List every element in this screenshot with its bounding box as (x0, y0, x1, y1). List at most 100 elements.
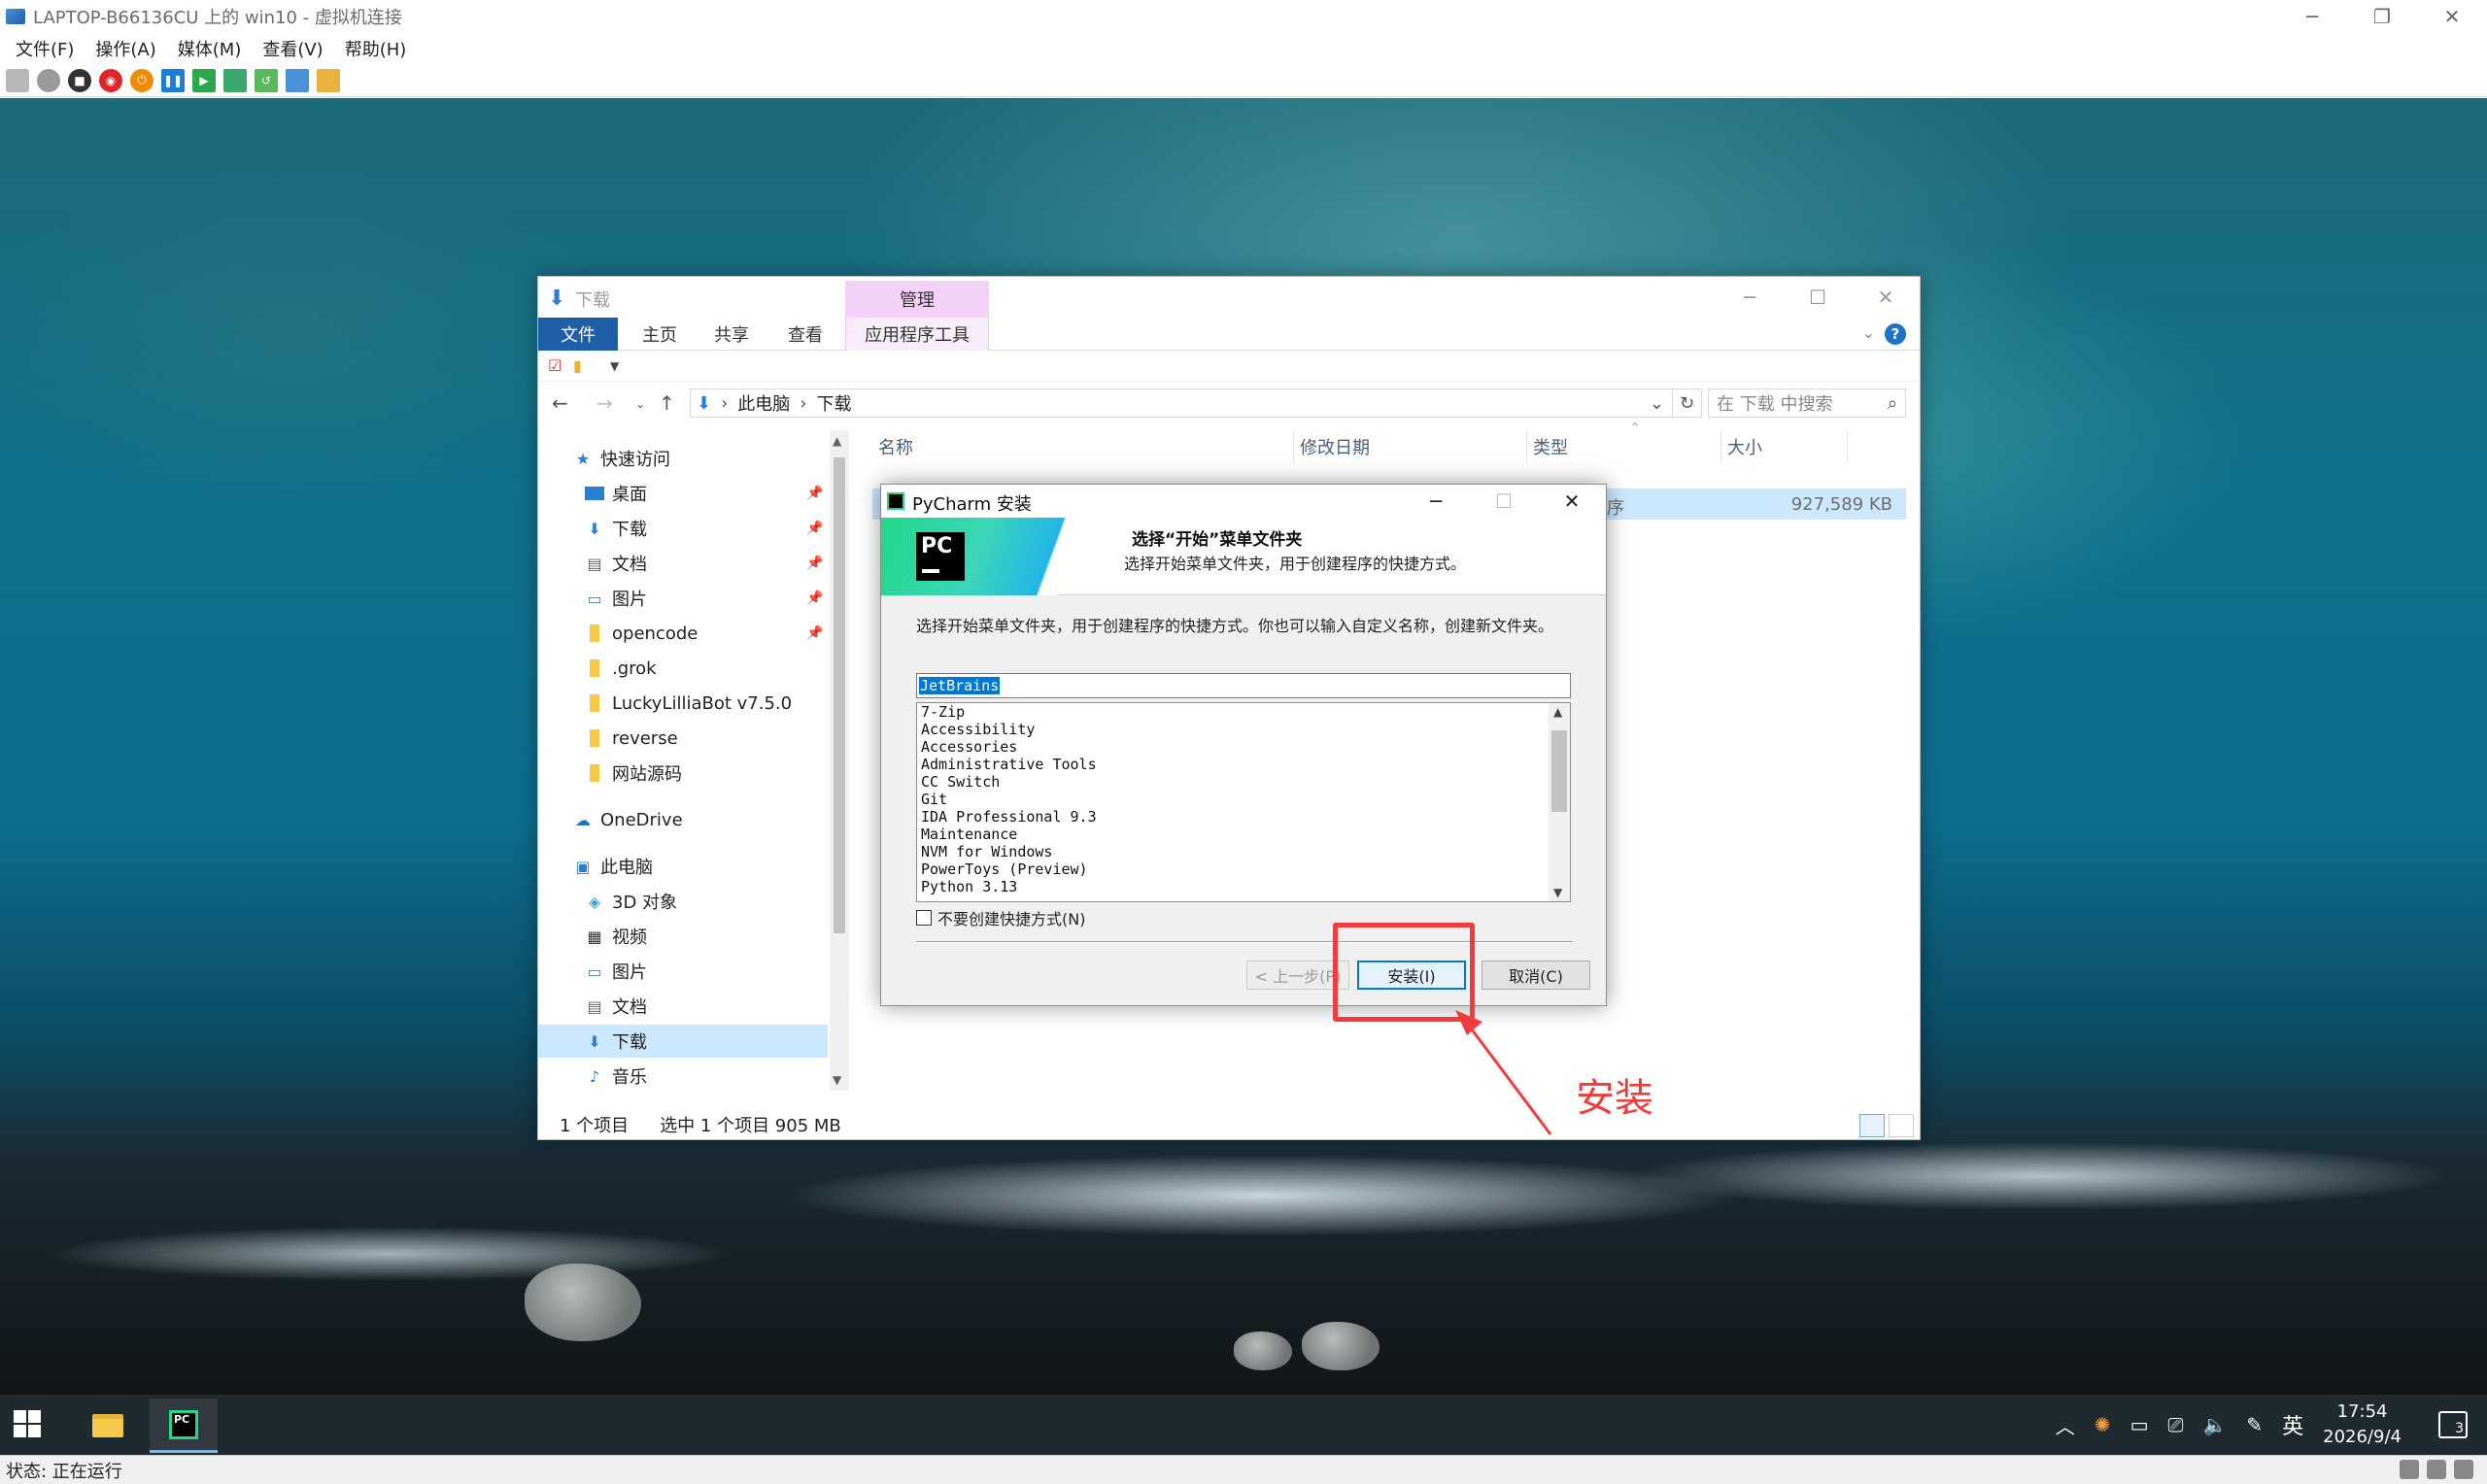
breadcrumb-downloads[interactable]: 下载 (817, 390, 852, 416)
nav-item-folder[interactable]: .grok (538, 652, 830, 685)
explorer-maximize-button[interactable]: ☐ (1784, 277, 1852, 318)
nav-item-videos[interactable]: ▦ 视频 (538, 920, 830, 953)
cancel-button[interactable]: 取消(C) (1482, 961, 1590, 990)
explorer-close-button[interactable]: ✕ (1852, 277, 1920, 318)
qat-dropdown-icon[interactable]: ▼ (610, 359, 619, 373)
nav-item-folder[interactable]: 网站源码 (538, 757, 830, 790)
menu-action[interactable]: 操作(A) (95, 36, 155, 61)
column-modified[interactable]: 修改日期 (1294, 430, 1527, 463)
column-size[interactable]: 大小 (1721, 430, 1848, 463)
save-state-icon[interactable]: ⏻ (130, 68, 153, 92)
pause-icon[interactable]: ❚❚ (161, 68, 185, 92)
list-item[interactable]: Git (917, 791, 1570, 808)
input-method-indicator[interactable]: 英 (2282, 1409, 2303, 1440)
nav-item-music[interactable]: ♪ 音乐 (538, 1060, 830, 1093)
revert-icon[interactable]: ↺ (255, 68, 278, 92)
list-item[interactable]: Administrative Tools (917, 756, 1570, 773)
list-item[interactable]: IDA Professional 9.3 (917, 808, 1570, 826)
column-name[interactable]: 名称 (872, 430, 1294, 463)
battery-icon[interactable]: ▭ (2130, 1413, 2149, 1436)
list-item[interactable]: PowerToys (Preview) (917, 860, 1570, 878)
nav-this-pc[interactable]: ▣ 此电脑 (538, 850, 830, 883)
host-minimize-button[interactable]: ─ (2277, 0, 2347, 33)
list-item[interactable]: Accessibility (917, 721, 1570, 738)
menu-help[interactable]: 帮助(H) (345, 36, 407, 61)
nav-item-documents[interactable]: ▤ 文档 📌 (538, 547, 830, 580)
nav-quick-access[interactable]: ★ 快速访问 (538, 442, 830, 475)
new-folder-icon[interactable]: ▮ (573, 356, 582, 375)
nav-scrollbar[interactable]: ▲ ▼ (830, 430, 849, 1091)
nav-item-folder[interactable]: LuckyLilliaBot v7.5.0 (538, 687, 830, 720)
checkpoint-icon[interactable] (223, 68, 247, 92)
refresh-icon[interactable]: ↻ (1673, 388, 1702, 418)
volume-icon[interactable]: 🔈 (2202, 1413, 2227, 1436)
nav-item-desktop[interactable]: 桌面 📌 (538, 477, 830, 510)
pen-icon[interactable]: ✎ (2246, 1413, 2263, 1436)
file-explorer-taskbar-icon[interactable] (74, 1399, 142, 1453)
tab-view[interactable]: 查看 (771, 318, 839, 351)
scroll-down-icon[interactable]: ▼ (1553, 886, 1562, 899)
shutdown-icon[interactable]: ◉ (99, 68, 122, 92)
nav-item-downloads[interactable]: ⬇ 下载 📌 (538, 512, 830, 545)
breadcrumb-this-pc[interactable]: 此电脑 (737, 390, 790, 416)
scroll-up-icon[interactable]: ▲ (833, 434, 841, 448)
list-item[interactable]: NVM for Windows (917, 843, 1570, 860)
list-item[interactable]: 7-Zip (917, 703, 1570, 721)
ctrl-alt-del-icon[interactable] (6, 68, 29, 92)
address-dropdown-icon[interactable]: ⌄ (1650, 393, 1664, 414)
nav-item-downloads-selected[interactable]: ⬇ 下载 (538, 1025, 828, 1058)
scroll-up-icon[interactable]: ▲ (1553, 705, 1562, 719)
search-input[interactable]: 在 下载 中搜索 ⌕ (1708, 388, 1906, 418)
address-field[interactable]: ⬇ › 此电脑 › 下载 ⌄ (690, 388, 1673, 418)
scroll-down-icon[interactable]: ▼ (833, 1073, 841, 1087)
nav-item-3d-objects[interactable]: ◈ 3D 对象 (538, 885, 830, 918)
share-icon[interactable] (317, 68, 340, 92)
manage-context-tab[interactable]: 管理 (845, 281, 989, 318)
large-icons-view-icon[interactable] (1889, 1114, 1914, 1137)
start-menu-folder-list[interactable]: 7-Zip Accessibility Accessories Administ… (916, 702, 1571, 902)
details-view-icon[interactable] (1859, 1114, 1885, 1137)
tab-share[interactable]: 共享 (698, 318, 766, 351)
tab-home[interactable]: 主页 (626, 318, 694, 351)
installer-close-button[interactable]: ✕ (1538, 485, 1606, 518)
list-item[interactable]: Python 3.13 (917, 878, 1570, 895)
nav-item-documents[interactable]: ▤ 文档 (538, 990, 830, 1023)
forward-icon[interactable]: → (596, 391, 613, 415)
nav-item-folder[interactable]: reverse (538, 722, 830, 755)
back-icon[interactable]: ← (552, 391, 568, 415)
help-icon[interactable]: ? (1885, 323, 1906, 345)
tray-app-icon[interactable]: ✺ (2095, 1413, 2111, 1436)
turn-off-icon[interactable]: ■ (68, 68, 91, 92)
nav-item-opencode[interactable]: opencode 📌 (538, 617, 830, 650)
pycharm-taskbar-icon[interactable]: PC (150, 1399, 218, 1453)
list-item[interactable]: CC Switch (917, 773, 1570, 791)
nav-item-pictures[interactable]: ▭ 图片 (538, 955, 830, 988)
column-type[interactable]: 类型 (1527, 430, 1721, 463)
show-hidden-icons-icon[interactable]: ︿ (2056, 1411, 2075, 1439)
start-icon[interactable] (37, 68, 60, 92)
no-shortcuts-checkbox[interactable]: 不要创建快捷方式(N) (916, 906, 1085, 929)
windows-start-icon[interactable] (14, 1410, 43, 1439)
installer-minimize-button[interactable]: ─ (1402, 485, 1470, 518)
properties-icon[interactable]: ☑ (548, 356, 562, 375)
list-scrollbar[interactable]: ▲ ▼ (1549, 703, 1570, 901)
tab-file[interactable]: 文件 (538, 318, 618, 351)
menu-file[interactable]: 文件(F) (16, 36, 74, 61)
menu-media[interactable]: 媒体(M) (178, 36, 242, 61)
ribbon-expand-icon[interactable]: ⌄ (1862, 323, 1875, 342)
network-icon[interactable]: ⎚ (2167, 1413, 2183, 1436)
list-item[interactable]: Maintenance (917, 826, 1570, 843)
checkbox-box[interactable] (916, 910, 932, 926)
tab-application-tools[interactable]: 应用程序工具 (845, 318, 989, 351)
host-restore-button[interactable]: ❐ (2347, 0, 2417, 33)
host-close-button[interactable]: ✕ (2417, 0, 2487, 33)
enhanced-session-icon[interactable] (286, 68, 309, 92)
nav-onedrive[interactable]: ☁ OneDrive (538, 803, 830, 836)
resume-icon[interactable]: ▶ (192, 68, 216, 92)
nav-item-pictures[interactable]: ▭ 图片 📌 (538, 582, 830, 615)
list-item[interactable]: Accessories (917, 738, 1570, 756)
start-menu-folder-input[interactable]: JetBrains (916, 673, 1571, 698)
explorer-minimize-button[interactable]: ─ (1716, 277, 1784, 318)
notification-center-icon[interactable]: 3 (2438, 1411, 2468, 1438)
clock[interactable]: 17:54 2026/9/4 (2323, 1400, 2402, 1450)
